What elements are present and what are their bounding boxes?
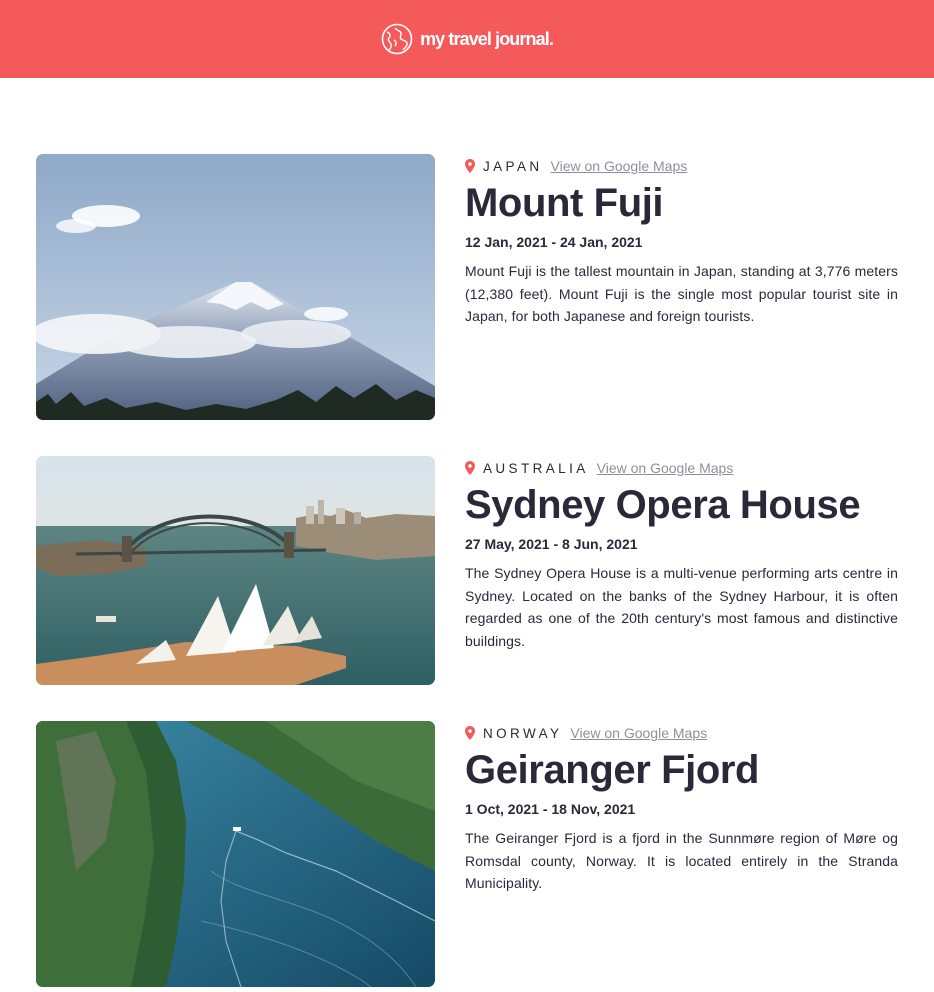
entry-description: The Geiranger Fjord is a fjord in the Su… xyxy=(465,830,898,891)
entry-country: JAPAN xyxy=(483,158,543,174)
app-header: my travel journal. xyxy=(0,0,934,78)
entry-place: Sydney Opera House xyxy=(465,483,861,527)
entry-description: The Sydney Opera House is a multi-venue … xyxy=(465,565,898,649)
entry-dates: 27 May, 2021 - 8 Jun, 2021 xyxy=(465,536,638,552)
entry-dates: 12 Jan, 2021 - 24 Jan, 2021 xyxy=(465,234,643,250)
entry-place: Geiranger Fjord xyxy=(465,748,760,792)
location-row: JAPAN View on Google Maps xyxy=(465,154,898,178)
entry-description: Mount Fuji is the tallest mountain in Ja… xyxy=(465,263,898,324)
entry-country: NORWAY xyxy=(483,725,563,741)
entry-info: AUSTRALIA View on Google Maps Sydney Ope… xyxy=(465,456,898,652)
entry-photo xyxy=(36,456,435,685)
location-row: NORWAY View on Google Maps xyxy=(465,721,898,745)
app-title: my travel journal. xyxy=(420,28,554,49)
entry-place: Mount Fuji xyxy=(465,181,664,225)
globe-icon xyxy=(381,23,413,55)
entry-photo xyxy=(36,721,435,987)
entry-info: JAPAN View on Google Maps Mount Fuji 12 … xyxy=(465,154,898,328)
entry-dates: 1 Oct, 2021 - 18 Nov, 2021 xyxy=(465,801,636,817)
entry-country: AUSTRALIA xyxy=(483,460,589,476)
entry-photo xyxy=(36,154,435,420)
location-pin-icon xyxy=(465,726,475,740)
entry-info: NORWAY View on Google Maps Geiranger Fjo… xyxy=(465,721,898,895)
google-maps-link[interactable]: View on Google Maps xyxy=(551,158,688,174)
location-pin-icon xyxy=(465,159,475,173)
google-maps-link[interactable]: View on Google Maps xyxy=(597,460,734,476)
location-pin-icon xyxy=(465,461,475,475)
location-row: AUSTRALIA View on Google Maps xyxy=(465,456,898,480)
google-maps-link[interactable]: View on Google Maps xyxy=(570,725,707,741)
